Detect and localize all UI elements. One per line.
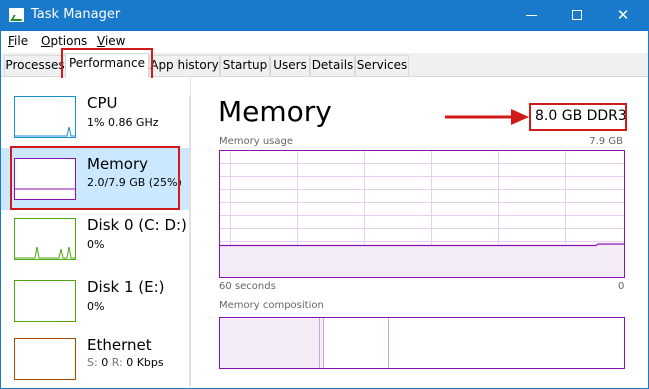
title-bar[interactable]: Task Manager ✕ — [1, 0, 648, 31]
menu-bar: File Options View — [1, 31, 648, 53]
composition-free — [389, 318, 624, 368]
ethernet-graph-icon — [14, 338, 76, 380]
menu-file[interactable]: File — [8, 34, 28, 48]
tab-performance[interactable]: Performance — [65, 53, 149, 78]
tab-details[interactable]: Details — [310, 55, 355, 76]
memory-thumb-graph — [15, 188, 75, 190]
memory-usage-fill — [220, 244, 624, 277]
disk-graph-icon — [14, 280, 76, 322]
tab-strip: Processes Performance App history Startu… — [1, 53, 648, 78]
sidebar-item-name: Disk 0 (C: D:) — [87, 216, 187, 234]
minimize-button[interactable] — [508, 0, 554, 31]
close-icon: ✕ — [616, 6, 630, 24]
window-title: Task Manager — [31, 7, 121, 22]
cpu-thumb-graph — [15, 126, 75, 137]
sidebar-item-detail: 0% — [87, 300, 105, 313]
maximize-icon — [572, 10, 582, 20]
composition-in-use — [220, 318, 320, 368]
cpu-graph-icon — [14, 96, 76, 138]
memory-usage-max: 7.9 GB — [589, 136, 623, 147]
memory-graph-icon — [14, 158, 76, 200]
tab-users[interactable]: Users — [270, 55, 310, 76]
memory-usage-chart — [220, 151, 624, 277]
menu-options[interactable]: Options — [41, 34, 87, 48]
tab-app-history[interactable]: App history — [149, 55, 220, 76]
sidebar-item-name: Disk 1 (E:) — [87, 278, 165, 296]
sidebar-item-detail: 2.0/7.9 GB (25%) — [87, 176, 182, 189]
performance-sidebar: CPU 1% 0.86 GHz Memory 2.0/7.9 GB (25%) … — [1, 78, 191, 388]
annotation-arrow-icon — [445, 109, 529, 125]
sidebar-item-disk-1[interactable]: Disk 1 (E:) 0% — [1, 272, 191, 334]
task-manager-icon — [9, 8, 24, 22]
sidebar-item-memory[interactable]: Memory 2.0/7.9 GB (25%) — [1, 148, 191, 210]
minimize-icon — [526, 15, 537, 16]
memory-composition-bar — [219, 317, 625, 369]
memory-spec: 8.0 GB DDR3 — [535, 108, 627, 124]
sidebar-item-detail: 1% 0.86 GHz — [87, 116, 159, 129]
tab-startup[interactable]: Startup — [220, 55, 270, 76]
task-manager-window: Task Manager ✕ File Options View Process… — [0, 0, 649, 389]
composition-standby — [324, 318, 389, 368]
sidebar-item-detail: 0% — [87, 238, 105, 251]
page-title: Memory — [218, 95, 332, 128]
tab-processes[interactable]: Processes — [4, 55, 66, 76]
time-axis-end: 0 — [618, 281, 625, 292]
disk-graph-icon — [14, 218, 76, 260]
memory-composition-label: Memory composition — [219, 300, 324, 311]
time-axis-start: 60 seconds — [219, 281, 276, 292]
sidebar-item-name: Memory — [87, 155, 149, 173]
maximize-button[interactable] — [554, 0, 600, 31]
menu-view[interactable]: View — [97, 34, 125, 48]
tab-services[interactable]: Services — [355, 55, 409, 76]
memory-usage-label: Memory usage — [219, 136, 294, 147]
sidebar-item-detail: S: 0 R: 0 Kbps — [87, 356, 164, 369]
memory-usage-graph — [219, 150, 625, 278]
sidebar-item-disk-0[interactable]: Disk 0 (C: D:) 0% — [1, 210, 191, 272]
sidebar-item-name: CPU — [87, 94, 118, 112]
sidebar-scrollbar[interactable] — [189, 96, 191, 386]
close-button[interactable]: ✕ — [600, 0, 646, 31]
memory-usage-line — [220, 243, 624, 247]
disk0-thumb-graph — [15, 246, 75, 259]
sidebar-item-cpu[interactable]: CPU 1% 0.86 GHz — [1, 88, 191, 150]
sidebar-item-ethernet[interactable]: Ethernet S: 0 R: 0 Kbps — [1, 334, 191, 388]
sidebar-item-name: Ethernet — [87, 336, 152, 354]
